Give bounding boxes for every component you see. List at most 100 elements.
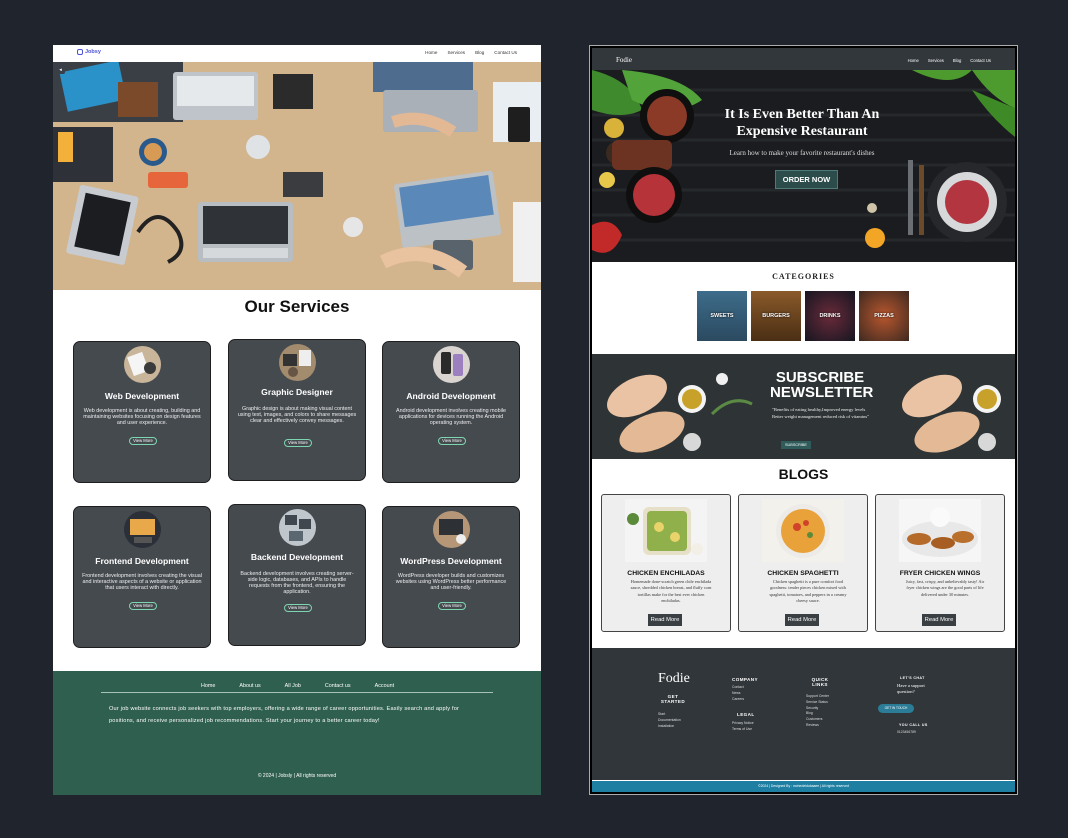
backend-avatar [279, 509, 316, 546]
call-us-heading: YOU CALL US [899, 723, 928, 727]
category-drinks[interactable]: DRINKS [805, 291, 855, 341]
category-sweets[interactable]: SWEETS [697, 291, 747, 341]
view-more-button[interactable]: View More [284, 604, 312, 612]
card-title: Frontend Development [95, 556, 189, 566]
hero-subtitle: Learn how to make your favorite restaura… [729, 149, 875, 157]
subscribe-button[interactable]: SUBSCRIBE [781, 441, 811, 449]
service-card-android: Android Development Android development … [382, 341, 520, 483]
site-footer: Home About us All Job Contact us Account… [53, 671, 541, 795]
category-burgers[interactable]: BURGERS [751, 291, 801, 341]
read-more-button[interactable]: Read More [785, 614, 819, 626]
card-title: Web Development [104, 391, 180, 401]
nav-services[interactable]: Services [928, 58, 944, 63]
fodie-page: Fodie Home Services Blog Contact Us It I… [589, 45, 1018, 795]
top-navbar: Fodie Home Services Blog Contact Us [592, 48, 1015, 70]
hero-image [53, 62, 541, 290]
nav-links: Home Services Blog Contact Us [908, 58, 991, 63]
hero-section: It Is Even Better Than An Expensive Rest… [592, 70, 1015, 262]
site-footer: Fodie GET STARTED Start Documentation In… [592, 648, 1015, 780]
newsletter-section: SUBSCRIBE NEWSLETTER "Benefits of eating… [592, 354, 1015, 459]
categories-title: CATEGORIES [772, 272, 835, 281]
wings-image [899, 499, 981, 562]
get-in-touch-button[interactable]: GET IN TOUCH [878, 704, 914, 713]
blog-card-wings: FRYER CHICKEN WINGS Juicy, fast, crispy,… [875, 494, 1005, 632]
footer-link[interactable]: Terms of Use [732, 727, 754, 733]
view-more-button[interactable]: View More [438, 602, 466, 610]
card-description: Android development involves creating mo… [396, 408, 506, 426]
copyright: © 2024 | Jobsly | All rights reserved [257, 773, 337, 779]
footer-link-contact[interactable]: Contact us [325, 683, 351, 689]
footer-link-home[interactable]: Home [201, 683, 215, 689]
footer-links: Home About us All Job Contact us Account [201, 683, 394, 689]
graphic-design-avatar [279, 344, 316, 381]
footer-link[interactable]: Installation [658, 724, 681, 730]
service-card-web: Web Development Web development is about… [73, 341, 211, 483]
blog-card-enchiladas: CHICKEN ENCHILADAS Homemade done-scratch… [601, 494, 731, 632]
copyright-bar: ©2024 | Designed By : mohedeldubaaee | A… [592, 781, 1015, 792]
blog-description: Chicken spaghetti is a pure comfort food… [769, 579, 847, 603]
service-card-frontend: Frontend Development Frontend developmen… [73, 506, 211, 648]
read-more-button[interactable]: Read More [922, 614, 956, 626]
card-title: Android Development [406, 391, 496, 401]
nav-links: Home Services Blog Contact Us [425, 50, 517, 55]
order-now-button[interactable]: ORDER NOW [775, 170, 838, 189]
footer-link[interactable]: Documentation [658, 718, 681, 724]
logo-icon [77, 49, 83, 55]
web-dev-avatar [124, 346, 161, 383]
section-title: Our Services [244, 297, 350, 316]
category-label: DRINKS [819, 313, 841, 319]
footer-link-about[interactable]: About us [239, 683, 260, 689]
nav-blog[interactable]: Blog [953, 58, 961, 63]
footer-logo[interactable]: Fodie [658, 671, 690, 687]
category-label: BURGERS [762, 313, 790, 319]
blog-title: CHICKEN SPAGHETTI [767, 570, 839, 577]
read-more-button[interactable]: Read More [648, 614, 682, 626]
footer-link[interactable]: Reviews [806, 723, 829, 729]
legal-links: Privacy Notice Terms of Use [732, 721, 754, 733]
view-more-button[interactable]: View More [438, 437, 466, 445]
nav-home[interactable]: Home [425, 50, 437, 55]
category-label: PIZZAS [874, 313, 894, 319]
footer-link[interactable]: Service Status [806, 700, 829, 706]
quick-links: Support Center Service Status Security B… [806, 694, 829, 729]
category-label: SWEETS [710, 313, 734, 319]
footer-link-account[interactable]: Account [375, 683, 394, 689]
legal-heading: LEGAL [737, 712, 755, 717]
nav-contact[interactable]: Contact Us [970, 58, 991, 63]
card-title: Graphic Designer [261, 387, 333, 397]
blog-description: Juicy, fast, crispy, and unbelievably ta… [905, 579, 985, 597]
view-more-button[interactable]: View More [129, 602, 157, 610]
blog-title: CHICKEN ENCHILADAS [627, 570, 705, 577]
service-card-wordpress: WordPress Development WordPress develope… [382, 506, 520, 648]
wordpress-avatar [433, 511, 470, 548]
service-card-graphic: Graphic Designer Graphic design is about… [228, 339, 366, 481]
top-navbar: Jobsy Home Services Blog Contact Us [53, 45, 541, 62]
company-heading: COMPANY [732, 677, 758, 682]
footer-link[interactable]: Support Center [806, 694, 829, 700]
footer-link[interactable]: Careers [732, 697, 744, 703]
nav-home[interactable]: Home [908, 58, 919, 63]
company-links: Contact News Careers [732, 685, 744, 702]
card-description: Web development is about creating, build… [83, 408, 201, 426]
nav-services[interactable]: Services [447, 50, 465, 55]
nav-contact[interactable]: Contact Us [494, 50, 517, 55]
enchiladas-image [625, 499, 707, 562]
spaghetti-image [762, 499, 844, 562]
nav-blog[interactable]: Blog [475, 50, 484, 55]
get-started-links: Start Documentation Installation [658, 712, 681, 729]
card-description: Backend development involves creating se… [240, 571, 354, 595]
footer-link-jobs[interactable]: All Job [285, 683, 301, 689]
card-title: WordPress Development [400, 556, 502, 566]
service-card-backend: Backend Development Backend development … [228, 504, 366, 646]
footer-link[interactable]: Privacy Notice [732, 721, 754, 727]
quick-links-heading: QUICK LINKS [811, 677, 829, 687]
view-more-button[interactable]: View More [284, 439, 312, 447]
footer-link[interactable]: Contact [732, 685, 744, 691]
back-arrow-icon[interactable]: ◂ [56, 65, 65, 74]
blogs-title: BLOGS [778, 466, 829, 482]
category-pizzas[interactable]: PIZZAS [859, 291, 909, 341]
view-more-button[interactable]: View More [129, 437, 157, 445]
brand-logo[interactable]: Fodie [616, 56, 632, 64]
brand-logo[interactable]: Jobsy [77, 49, 101, 55]
footer-description: Our job website connects job seekers wit… [109, 706, 460, 724]
